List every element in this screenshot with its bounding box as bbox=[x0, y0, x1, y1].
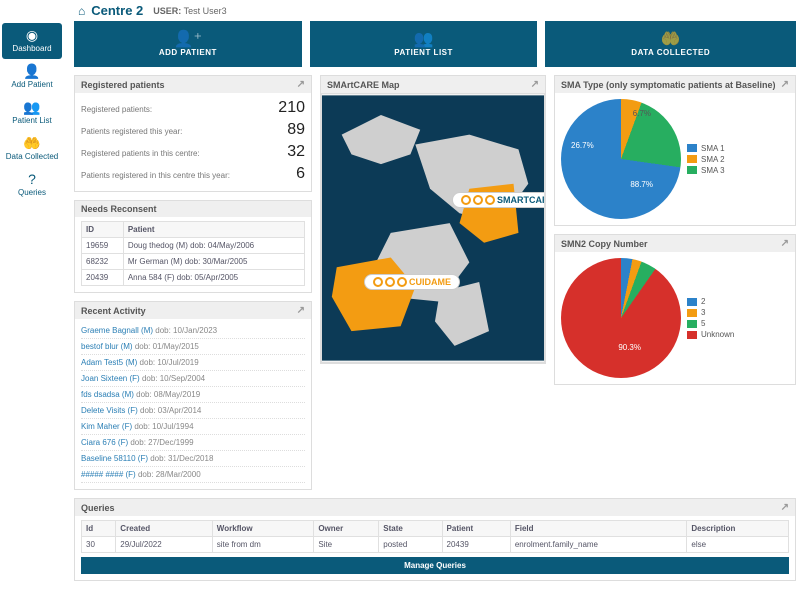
panel-title: Queries bbox=[81, 503, 115, 513]
dashboard-icon: ◉ bbox=[4, 28, 60, 42]
sidebar-item-label: Data Collected bbox=[6, 152, 58, 161]
activity-item[interactable]: Adam Test5 (M) dob: 10/Jul/2019 bbox=[81, 355, 305, 371]
hero-label: ADD PATIENT bbox=[159, 48, 217, 57]
patient-list-hero-icon: 👥 bbox=[414, 32, 434, 48]
table-row[interactable]: 3029/Jul/2022site from dmSite posted2043… bbox=[82, 537, 789, 553]
sidebar-item-add-patient[interactable]: 👤 Add Patient bbox=[2, 59, 62, 95]
patient-list-icon: 👥 bbox=[4, 100, 60, 114]
map[interactable]: SMARTCARE CUIDAME bbox=[321, 93, 545, 363]
sidebar-item-patient-list[interactable]: 👥 Patient List bbox=[2, 95, 62, 131]
activity-item[interactable]: ##### #### (F) dob: 28/Mar/2000 bbox=[81, 467, 305, 483]
add-patient-hero-icon: 👤⁺ bbox=[174, 32, 202, 48]
activity-item[interactable]: Kim Maher (F) dob: 10/Jul/1994 bbox=[81, 419, 305, 435]
hero-patient-list[interactable]: 👥 PATIENT LIST bbox=[310, 21, 538, 67]
sma-type-panel: SMA Type (only symptomatic patients at B… bbox=[554, 75, 796, 226]
panel-title: SMN2 Copy Number bbox=[561, 239, 648, 249]
table-row[interactable]: 68232Mr German (M) dob: 30/Mar/2005 bbox=[82, 254, 305, 270]
sidebar: ◉ Dashboard 👤 Add Patient 👥 Patient List… bbox=[0, 21, 64, 589]
registered-patients-panel: Registered patients↗ Registered patients… bbox=[74, 75, 312, 192]
expand-icon[interactable]: ↗ bbox=[297, 79, 305, 90]
data-collected-icon: 🤲 bbox=[4, 136, 60, 150]
add-patient-icon: 👤 bbox=[4, 64, 60, 78]
activity-item[interactable]: bestof blur (M) dob: 01/May/2015 bbox=[81, 339, 305, 355]
sma-type-legend: SMA 1 SMA 2 SMA 3 bbox=[687, 142, 725, 177]
sidebar-item-dashboard[interactable]: ◉ Dashboard bbox=[2, 23, 62, 59]
activity-item[interactable]: Ciara 676 (F) dob: 27/Dec/1999 bbox=[81, 435, 305, 451]
activity-item[interactable]: fds dsadsa (M) dob: 08/May/2019 bbox=[81, 387, 305, 403]
sidebar-item-label: Patient List bbox=[12, 116, 52, 125]
sidebar-item-data-collected[interactable]: 🤲 Data Collected bbox=[2, 131, 62, 167]
hero-add-patient[interactable]: 👤⁺ ADD PATIENT bbox=[74, 21, 302, 67]
table-row[interactable]: 20439Anna 584 (F) dob: 05/Apr/2005 bbox=[82, 270, 305, 286]
panel-title: Registered patients bbox=[81, 80, 165, 90]
user-label: USER: Test User3 bbox=[153, 6, 226, 16]
smn2-panel: SMN2 Copy Number ↗ 90.3% 2 3 5 Unknown bbox=[554, 234, 796, 385]
panel-title: SMA Type (only symptomatic patients at B… bbox=[561, 80, 776, 90]
expand-icon[interactable]: ↗ bbox=[781, 238, 789, 249]
sidebar-item-label: Add Patient bbox=[11, 80, 52, 89]
expand-icon[interactable]: ↗ bbox=[297, 305, 305, 316]
expand-icon[interactable]: ↗ bbox=[531, 79, 539, 90]
expand-icon[interactable]: ↗ bbox=[781, 502, 789, 513]
hero-data-collected[interactable]: 🤲 DATA COLLECTED bbox=[545, 21, 796, 67]
queries-table: IdCreatedWorkflowOwner StatePatientField… bbox=[81, 520, 789, 553]
expand-icon[interactable]: ↗ bbox=[781, 79, 789, 90]
centre-icon: ⌂ bbox=[78, 4, 85, 18]
sidebar-item-label: Queries bbox=[18, 188, 46, 197]
reconsent-table: IDPatient 19659Doug thedog (M) dob: 04/M… bbox=[81, 221, 305, 286]
panel-title: Needs Reconsent bbox=[81, 204, 157, 214]
map-panel: SMArtCARE Map ↗ SMARTCARE bbox=[320, 75, 546, 364]
hero-label: PATIENT LIST bbox=[394, 48, 453, 57]
activity-item[interactable]: Delete Visits (F) dob: 03/Apr/2014 bbox=[81, 403, 305, 419]
queries-panel: Queries ↗ IdCreatedWorkflowOwner StatePat… bbox=[74, 498, 796, 581]
sidebar-item-label: Dashboard bbox=[12, 44, 51, 53]
map-label-cuidame: CUIDAME bbox=[364, 274, 460, 290]
activity-item[interactable]: Joan Sixteen (F) dob: 10/Sep/2004 bbox=[81, 371, 305, 387]
hero-label: DATA COLLECTED bbox=[631, 48, 710, 57]
centre-title: Centre 2 bbox=[91, 3, 143, 18]
smn2-pie: 90.3% bbox=[561, 258, 681, 378]
sma-type-pie: 6.7% 26.7% 88.7% bbox=[561, 99, 681, 219]
recent-activity-panel: Recent Activity ↗ Graeme Bagnall (M) dob:… bbox=[74, 301, 312, 490]
panel-title: SMArtCARE Map bbox=[327, 80, 400, 90]
map-label-smartcare: SMARTCARE bbox=[452, 192, 545, 208]
queries-icon: ? bbox=[4, 172, 60, 186]
activity-item[interactable]: Baseline 58110 (F) dob: 31/Dec/2018 bbox=[81, 451, 305, 467]
smn2-legend: 2 3 5 Unknown bbox=[687, 295, 734, 341]
activity-item[interactable]: Graeme Bagnall (M) dob: 10/Jan/2023 bbox=[81, 323, 305, 339]
panel-title: Recent Activity bbox=[81, 306, 146, 316]
sidebar-item-queries[interactable]: ? Queries bbox=[2, 167, 62, 203]
needs-reconsent-panel: Needs Reconsent IDPatient 19659Doug thed… bbox=[74, 200, 312, 293]
table-row[interactable]: 19659Doug thedog (M) dob: 04/May/2006 bbox=[82, 238, 305, 254]
data-collected-hero-icon: 🤲 bbox=[661, 32, 681, 48]
